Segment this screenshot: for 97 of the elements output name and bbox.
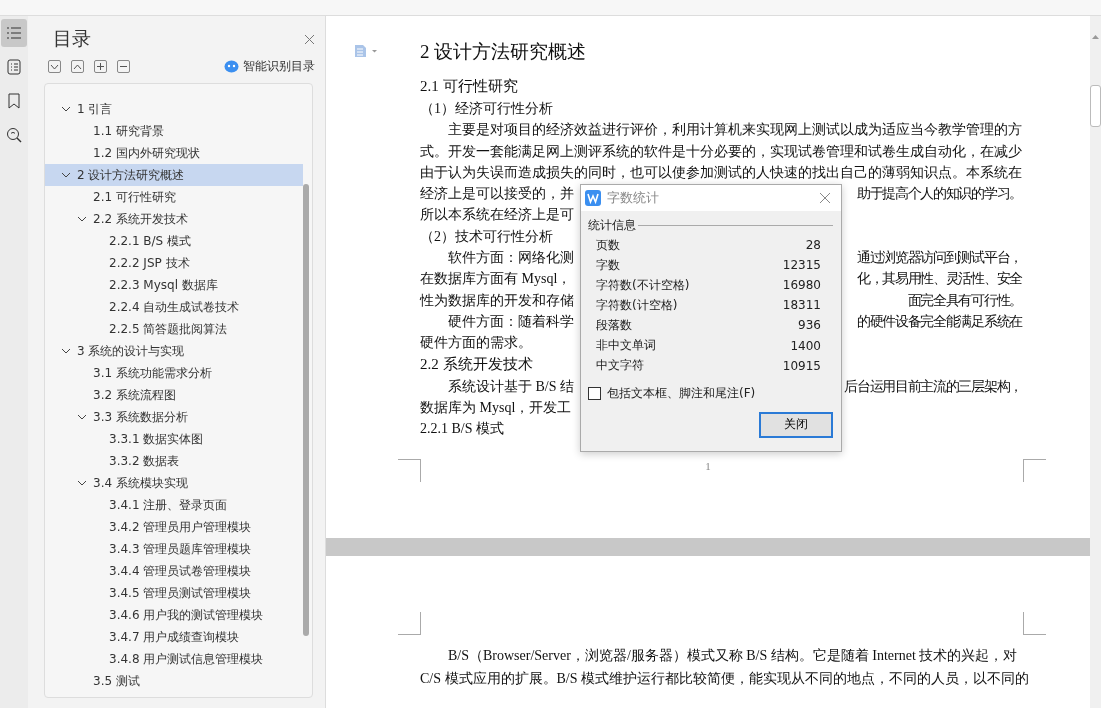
crop-mark	[398, 612, 421, 635]
outline-item[interactable]: 3.5 测试	[45, 670, 303, 692]
chevron-icon[interactable]	[77, 413, 87, 421]
stat-value: 12315	[782, 258, 821, 273]
outline-item[interactable]: 2.2.2 JSP 技术	[45, 252, 303, 274]
page-number: 1	[705, 460, 711, 474]
plus-icon[interactable]	[94, 60, 107, 73]
body-text: 数据库为 Mysql，开发工	[420, 399, 572, 415]
outline-item[interactable]: 2.1 可行性研究	[45, 186, 303, 208]
heading: 2.1 可行性研究	[420, 78, 518, 94]
body-text: 的硬件设备完全能满足系统在	[856, 312, 1022, 331]
body-text: 性为数据库的开发和存储	[420, 291, 574, 310]
stat-label: 非中文单词	[596, 337, 656, 354]
crop-mark	[1023, 459, 1046, 482]
stat-value: 10915	[782, 358, 821, 373]
body-text: （1）经济可行性分析	[420, 101, 553, 116]
body-text: 硬件方面：随着科学	[448, 312, 574, 331]
outline-item[interactable]: 3.4.6 用户我的测试管理模块	[45, 604, 303, 626]
stat-label: 字数	[596, 256, 620, 274]
body-text: 助于提高个人的知识的学习。	[856, 185, 1022, 204]
body-text: 面完全具有可行性。	[907, 291, 1022, 310]
stat-value: 936	[798, 318, 821, 333]
close-button[interactable]: 关闭	[759, 411, 833, 438]
app-logo-icon	[585, 190, 601, 206]
heading: 2 设计方法研究概述	[420, 41, 587, 62]
body-text: C/S 模式应用的扩展。B/S 模式维护运行都比较简便，能实现从不同的地点，不同的人员，以不同的	[420, 671, 1030, 686]
stat-value: 28	[805, 238, 821, 253]
outline-item[interactable]: 3.3.1 数据实体图	[45, 428, 303, 450]
outline-item[interactable]: 1 引言	[45, 98, 303, 120]
scroll-up-icon[interactable]	[1092, 34, 1099, 39]
chevron-icon[interactable]	[61, 347, 71, 355]
robot-icon	[224, 60, 239, 73]
body-text: 软件方面：网络化测	[448, 249, 574, 268]
body-text: 后台运用目前主流的三层架构，	[844, 377, 1022, 396]
outline-item[interactable]: 2.2.5 简答题批阅算法	[45, 318, 303, 340]
outline-item[interactable]: 1.1 研究背景	[45, 120, 303, 142]
outline-item[interactable]: 3.3 系统数据分析	[45, 406, 303, 428]
body-text: 系统设计基于 B/S 结	[448, 377, 574, 396]
dialog-title: 字数统计	[607, 189, 659, 207]
outline-item[interactable]: 3.4.3 管理员题库管理模块	[45, 538, 303, 560]
body-text: 在数据库方面有 Mysql，	[420, 270, 572, 289]
body-text: 经济上是可以接受的，并	[420, 185, 574, 204]
scrollbar-thumb[interactable]	[303, 184, 309, 636]
outline-item[interactable]: 3.4 系统模块实现	[45, 472, 303, 494]
body-text: 硬件方面的需求。	[420, 335, 532, 351]
outline-icon[interactable]	[1, 19, 27, 47]
outline-item[interactable]: 3.4.1 注册、登录页面	[45, 494, 303, 516]
stat-value: 16980	[782, 278, 821, 293]
collapse-all-icon[interactable]	[71, 60, 84, 73]
stat-label: 段落数	[596, 316, 632, 334]
outline-item[interactable]: 3 系统的设计与实现	[45, 340, 303, 362]
body-text: 化，其易用性、灵活性、安全	[856, 270, 1022, 289]
chevron-icon[interactable]	[77, 215, 87, 223]
stat-value: 18311	[782, 298, 821, 313]
close-icon[interactable]	[819, 192, 831, 204]
stat-label: 字符数(计空格)	[596, 296, 678, 314]
outline-item[interactable]: 3.4.4 管理员试卷管理模块	[45, 560, 303, 582]
group-label: 统计信息	[588, 216, 636, 234]
outline-item[interactable]: 3.3.2 数据表	[45, 450, 303, 472]
body-text: 2.2.1 B/S 模式	[420, 421, 504, 437]
close-icon[interactable]	[304, 33, 315, 45]
body-text: 主要是对项目的经济效益进行评价，利用计算机来实现网上测试以成为适应当今教学管理的方	[448, 122, 1022, 138]
crop-mark	[398, 459, 421, 482]
body-text: 由于认为失误而造成损失的同时，也可以使参加测试的人快速的找出自己的薄弱知识点。本系统在	[420, 164, 1022, 180]
body-text: 所以本系统在经济上是可	[420, 207, 574, 223]
chevron-icon[interactable]	[61, 171, 71, 179]
outline-item[interactable]: 2.2.1 B/S 模式	[45, 230, 303, 252]
outline-item[interactable]: 2 设计方法研究概述	[45, 164, 303, 186]
body-text: 通过浏览器访问到测试平台，	[856, 249, 1022, 268]
outline-item[interactable]: 2.2 系统开发技术	[45, 208, 303, 230]
outline-item[interactable]: 3.2 系统流程图	[45, 384, 303, 406]
body-text: （2）技术可行性分析	[420, 228, 553, 244]
heading: 2.2 系统开发技术	[420, 355, 533, 372]
outline-item[interactable]: 3.4.7 用户成绩查询模块	[45, 626, 303, 648]
scrollbar-thumb[interactable]	[1090, 85, 1101, 127]
body-text: 式。开发一套能满足网上测评系统的软件是十分必要的，实现试卷管理和试卷生成自动化，在减少	[420, 143, 1022, 159]
stat-label: 字符数(不计空格)	[596, 276, 690, 294]
outline-item[interactable]: 3.4.8 用户测试信息管理模块	[45, 648, 303, 670]
outline-item[interactable]: 3.4.2 管理员用户管理模块	[45, 516, 303, 538]
outline-item[interactable]: 2.2.4 自动生成试卷技术	[45, 296, 303, 318]
stat-value: 1400	[790, 338, 821, 353]
minus-icon[interactable]	[117, 60, 130, 73]
body-text: B/S（Browser/Server，浏览器/服务器）模式又称 B/S 结构。它是随着 Internet 技术的兴起，对	[448, 648, 1018, 663]
expand-all-icon[interactable]	[48, 60, 61, 73]
checkbox-label[interactable]: 包括文本框、脚注和尾注(F)	[607, 384, 756, 402]
chevron-icon[interactable]	[61, 105, 71, 113]
stat-label: 页数	[596, 236, 620, 254]
outline-item[interactable]: 2.2.3 Mysql 数据库	[45, 274, 303, 296]
stat-label: 中文字符	[596, 357, 644, 375]
outline-item[interactable]: 1.2 国内外研究现状	[45, 142, 303, 164]
outline-title: 目录	[53, 26, 91, 51]
outline-item[interactable]: 3.1 系统功能需求分析	[45, 362, 303, 384]
checkbox[interactable]	[588, 386, 601, 400]
chevron-icon[interactable]	[77, 479, 87, 487]
smart-toc-button[interactable]: 智能识别目录	[224, 58, 315, 75]
outline-item[interactable]: 3.4.5 管理员测试管理模块	[45, 582, 303, 604]
crop-mark	[1023, 612, 1046, 635]
